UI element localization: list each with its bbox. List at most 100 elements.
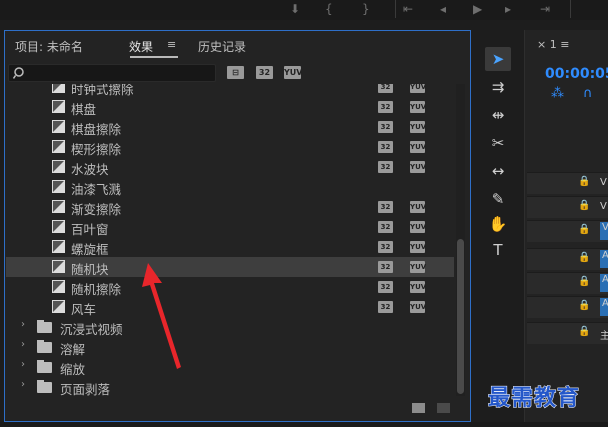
effect-icon xyxy=(52,300,65,313)
tab-history[interactable]: 历史记录 xyxy=(198,38,246,55)
step-back-icon[interactable]: ◂ xyxy=(440,2,446,16)
chevron-right-icon[interactable]: › xyxy=(21,379,25,390)
32bit-badge: 32 xyxy=(378,281,393,293)
list-item[interactable]: 时钟式擦除 32 YUV xyxy=(6,84,454,97)
step-forward-icon[interactable]: ▸ xyxy=(505,2,511,16)
folder-item[interactable]: › 沉浸式视频 xyxy=(6,317,454,337)
list-item[interactable]: 渐变擦除 32 YUV xyxy=(6,197,454,217)
list-item[interactable]: 油漆飞溅 xyxy=(6,177,454,197)
track-header[interactable]: 🔒 主 xyxy=(527,322,608,344)
folder-item[interactable]: › 溶解 xyxy=(6,337,454,357)
effect-icon xyxy=(52,160,65,173)
yuv-badge: YUV xyxy=(410,121,427,133)
snap-icon[interactable]: ∩ xyxy=(583,86,593,101)
track-header[interactable]: 🔒 A xyxy=(527,248,608,270)
chevron-right-icon[interactable]: › xyxy=(21,339,25,350)
list-item[interactable]: 水波块 32 YUV xyxy=(6,157,454,177)
effect-label: 渐变擦除 xyxy=(71,202,122,217)
track-header[interactable]: 🔒 A xyxy=(527,272,608,294)
lock-icon[interactable]: 🔒 xyxy=(578,176,590,187)
nest-icon[interactable]: ⁂ xyxy=(551,86,564,101)
in-point-icon[interactable]: { xyxy=(325,2,333,16)
32bit-badge: 32 xyxy=(378,141,393,153)
accelerated-effects-icon[interactable]: ⊟ xyxy=(227,66,244,79)
track-name: V xyxy=(600,201,607,212)
tab-project[interactable]: 项目: 未命名 xyxy=(15,38,83,55)
hand-tool-icon[interactable]: ✋ xyxy=(485,212,511,236)
yuv-badge: YUV xyxy=(410,201,427,213)
effect-label: 时钟式擦除 xyxy=(71,84,134,97)
new-bin-icon[interactable] xyxy=(412,403,425,413)
yuv-badge: YUV xyxy=(410,221,427,233)
chevron-right-icon[interactable]: › xyxy=(21,319,25,330)
track-header[interactable]: 🔒 V xyxy=(527,172,608,194)
effect-icon xyxy=(52,280,65,293)
marker-icon[interactable]: ⬇ xyxy=(290,2,300,16)
list-item[interactable]: 棋盘擦除 32 YUV xyxy=(6,117,454,137)
yuv-badge: YUV xyxy=(410,301,427,313)
selection-tool-icon[interactable]: ➤ xyxy=(485,47,511,71)
folder-icon xyxy=(37,320,52,333)
list-item[interactable]: 楔形擦除 32 YUV xyxy=(6,137,454,157)
track-header[interactable]: 🔒 A xyxy=(527,296,608,318)
ripple-edit-tool-icon[interactable]: ⇹ xyxy=(485,103,511,127)
effect-icon xyxy=(52,200,65,213)
lock-icon[interactable]: 🔒 xyxy=(578,300,590,311)
go-to-in-icon[interactable]: ⇤ xyxy=(403,2,413,16)
effect-label: 随机擦除 xyxy=(71,282,122,297)
list-item[interactable]: 风车 32 YUV xyxy=(6,297,454,317)
folder-item[interactable]: › 页面剥落 xyxy=(6,377,454,396)
folder-item[interactable]: › 缩放 xyxy=(6,357,454,377)
list-item[interactable]: 螺旋框 32 YUV xyxy=(6,237,454,257)
32bit-filter-button[interactable]: 32 xyxy=(256,66,273,79)
effect-label: 风车 xyxy=(71,302,97,317)
effect-icon xyxy=(52,140,65,153)
go-to-out-icon[interactable]: ⇥ xyxy=(540,2,550,16)
list-item[interactable]: 随机擦除 32 YUV xyxy=(6,277,454,297)
track-select-tool-icon[interactable]: ⇉ xyxy=(485,75,511,99)
track-header[interactable]: 🔒 V xyxy=(527,196,608,218)
panel-tabs: 项目: 未命名 效果 ≡ 历史记录 xyxy=(5,31,470,59)
effect-label: 螺旋框 xyxy=(71,242,109,257)
yuv-badge: YUV xyxy=(410,101,427,113)
lock-icon[interactable]: 🔒 xyxy=(578,276,590,287)
search-icon xyxy=(13,67,24,79)
razor-tool-icon[interactable]: ✂ xyxy=(485,131,511,155)
32bit-badge: 32 xyxy=(378,221,393,233)
track-name: A xyxy=(600,250,608,268)
type-tool-icon[interactable]: T xyxy=(485,238,511,262)
pen-tool-icon[interactable]: ✎ xyxy=(485,187,511,211)
panel-menu-icon[interactable]: ≡ xyxy=(167,38,176,51)
lock-icon[interactable]: 🔒 xyxy=(578,252,590,263)
out-point-icon[interactable]: } xyxy=(362,2,370,16)
list-scrollbar[interactable] xyxy=(456,84,465,396)
annotation-arrow xyxy=(142,263,181,369)
list-item-selected[interactable]: 随机块 32 YUV xyxy=(6,257,454,277)
slip-tool-icon[interactable]: ↔ xyxy=(485,159,511,183)
lock-icon[interactable]: 🔒 xyxy=(578,200,590,211)
list-item[interactable]: 百叶窗 32 YUV xyxy=(6,217,454,237)
play-icon[interactable]: ▶ xyxy=(473,2,482,16)
scroll-thumb[interactable] xyxy=(457,239,464,394)
effect-icon xyxy=(52,84,65,93)
lock-icon[interactable]: 🔒 xyxy=(578,326,590,337)
lock-icon[interactable]: 🔒 xyxy=(578,224,590,235)
effects-panel: 项目: 未命名 效果 ≡ 历史记录 ⊟ 32 YUV 时钟式擦除 32 YUV … xyxy=(4,30,471,422)
folder-label: 缩放 xyxy=(60,362,86,377)
track-name: V xyxy=(600,222,608,240)
tab-sequence[interactable]: × 1 ≡ xyxy=(537,38,569,51)
effect-label: 百叶窗 xyxy=(71,222,109,237)
yuv-badge: YUV xyxy=(410,241,427,253)
yuv-filter-button[interactable]: YUV xyxy=(284,66,302,79)
folder-icon xyxy=(37,380,52,393)
chevron-right-icon[interactable]: › xyxy=(21,359,25,370)
32bit-badge: 32 xyxy=(378,84,393,93)
playhead-timecode[interactable]: 00:00:05 xyxy=(545,66,608,82)
list-item[interactable]: 棋盘 32 YUV xyxy=(6,97,454,117)
tab-effects[interactable]: 效果 xyxy=(129,38,153,55)
trash-icon[interactable] xyxy=(437,403,450,413)
yuv-badge: YUV xyxy=(410,161,427,173)
effects-search-input[interactable] xyxy=(8,64,216,82)
transport-bar: ⬇ { } ⇤ ◂ ▶ ▸ ⇥ xyxy=(0,0,608,20)
track-header[interactable]: 🔒 V xyxy=(527,220,608,242)
